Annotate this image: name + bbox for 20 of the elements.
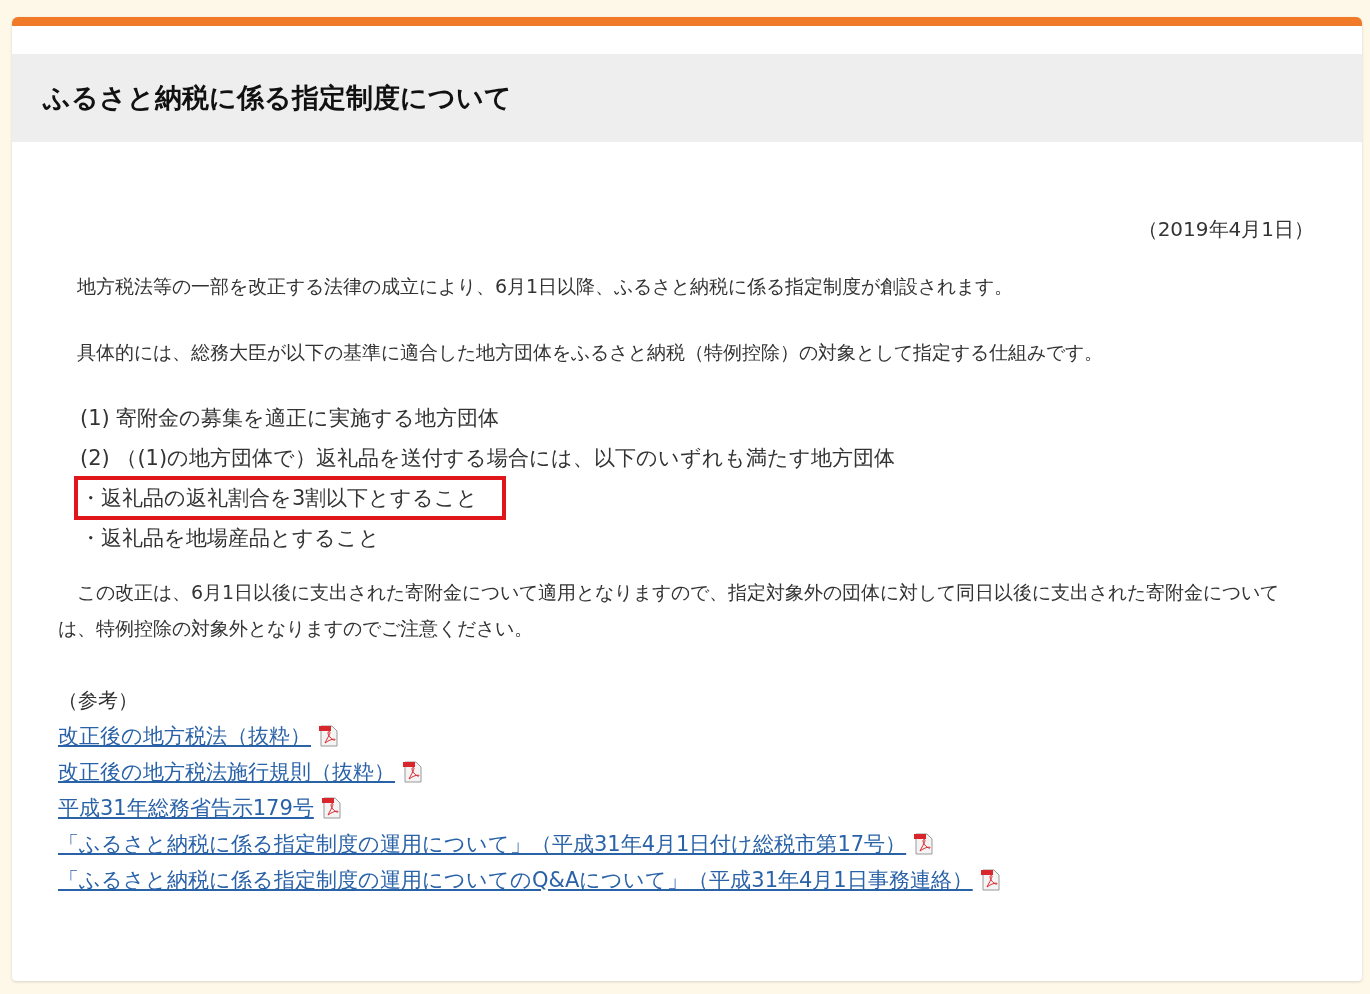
paragraph: 具体的には、総務大臣が以下の基準に適合した地方団体をふるさと納税（特例控除）の対象として指定する仕組みです。	[76, 340, 1104, 365]
document-link[interactable]: 平成31年総務省告示179号	[58, 790, 314, 826]
paragraph: この改正は、6月1日以後に支出された寄附金について適用となりますので、指定対象外の団体に対して同日以後に支出された寄附金については、特例控除の対象外となりますのでご注意ください。	[58, 580, 1281, 641]
pdf-file-icon	[914, 833, 935, 855]
criterion-text: ・返礼品を地場産品とすること	[79, 525, 381, 552]
paragraph: 地方税法等の一部を改正する法律の成立により、6月1日以降、ふるさと納税に係る指定制度が創設されます。	[76, 274, 1015, 299]
pdf-file-icon	[321, 797, 342, 819]
document-link[interactable]: 「ふるさと納税に係る指定制度の運用について」（平成31年4月1日付け総税市第17号）	[58, 826, 907, 862]
pdf-file-icon	[319, 725, 339, 747]
document-link[interactable]: 改正後の地方税法（抜粋）	[58, 718, 311, 754]
criterion-text: (1) 寄附金の募集を適正に実施する地方団体	[79, 405, 501, 432]
highlighted-criterion: ・返礼品の返礼割合を3割以下とすること	[74, 476, 507, 520]
page-title: ふるさと納税に係る指定制度について	[43, 81, 512, 115]
pdf-file-icon	[980, 869, 1001, 891]
pdf-file-icon	[403, 761, 423, 783]
criterion-text: (2) （(1)の地方団体で）返礼品を送付する場合には、以下のいずれも満たす地方団体	[79, 445, 897, 472]
document-link[interactable]: 「ふるさと納税に係る指定制度の運用についてのQ&Aについて」（平成31年4月1日事務連絡）	[58, 862, 973, 898]
reference-label: （参考）	[58, 687, 139, 714]
document-link[interactable]: 改正後の地方税法施行規則（抜粋）	[58, 754, 395, 790]
date-text: （2019年4月1日）	[1136, 216, 1314, 243]
